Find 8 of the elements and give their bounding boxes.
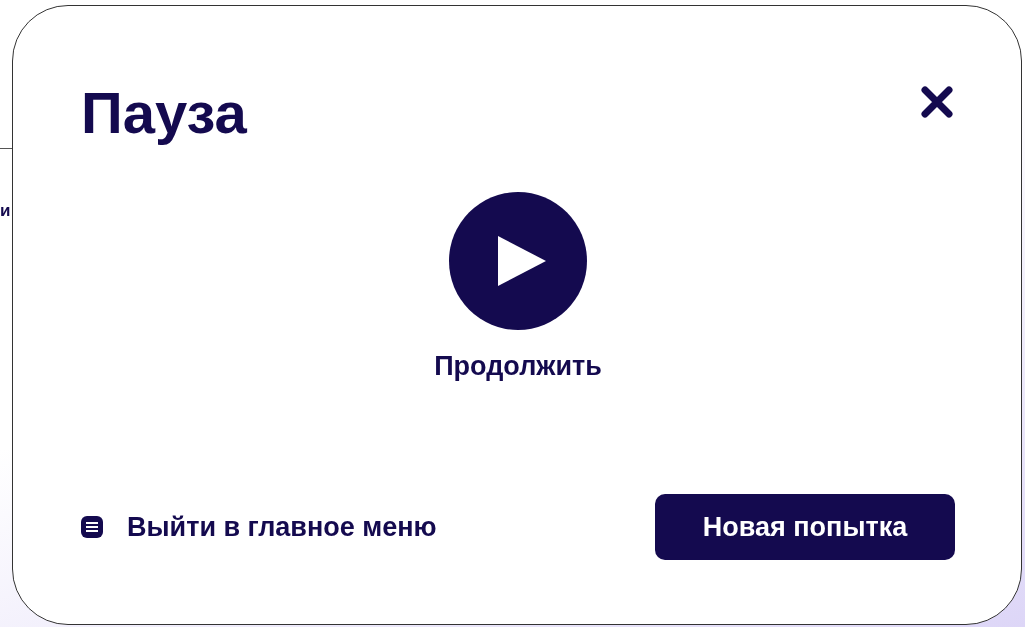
- close-button[interactable]: [919, 84, 955, 120]
- retry-button[interactable]: Новая попытка: [655, 494, 955, 560]
- background-text: и: [0, 200, 11, 222]
- resume-label[interactable]: Продолжить: [434, 346, 602, 387]
- exit-to-menu-link[interactable]: Выйти в главное меню: [81, 506, 437, 548]
- play-icon: [498, 236, 546, 286]
- close-icon: [919, 84, 955, 120]
- menu-icon: [81, 516, 103, 538]
